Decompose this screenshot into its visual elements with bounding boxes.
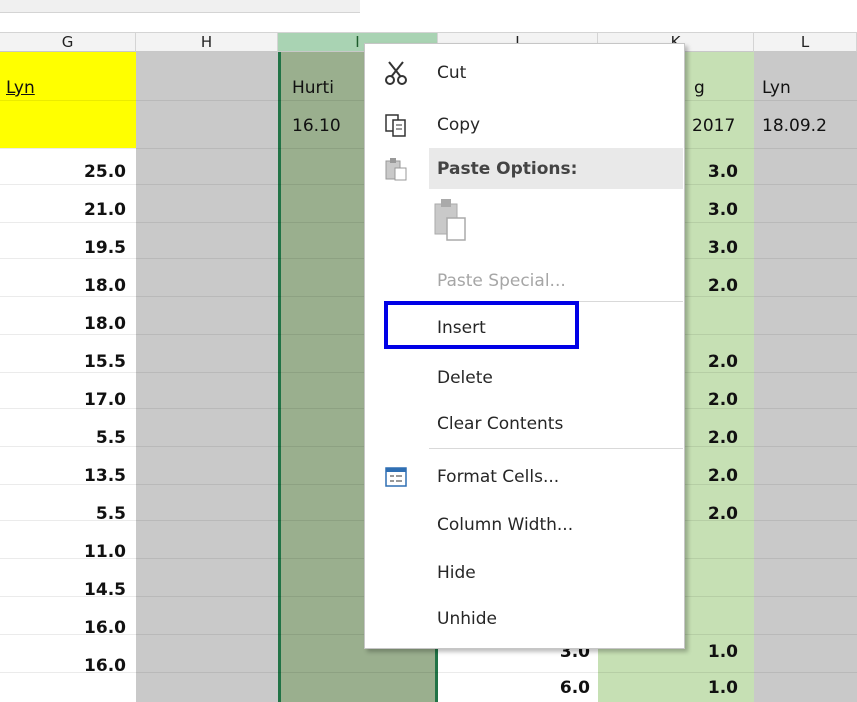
cell-j-value[interactable]: 6.0 — [500, 676, 596, 700]
cell-k-value[interactable]: 2.0 — [680, 464, 744, 488]
menu-item-column-width[interactable]: Column Width... — [365, 502, 684, 548]
cell-g-value[interactable]: 5.5 — [0, 502, 132, 526]
column-l-bg — [754, 52, 857, 702]
cell-g-value[interactable]: 18.0 — [0, 312, 132, 336]
menu-item-hide[interactable]: Hide — [365, 550, 684, 596]
cell-g-value[interactable]: 13.5 — [0, 464, 132, 488]
menu-separator — [429, 448, 683, 449]
menu-label: Hide — [437, 563, 476, 583]
column-header-g[interactable]: G — [0, 32, 136, 52]
column-header-h[interactable]: H — [136, 32, 278, 52]
column-h-bg — [136, 52, 278, 702]
cell-g-value[interactable]: 15.5 — [0, 350, 132, 374]
cell-k-value[interactable]: 2.0 — [680, 274, 744, 298]
cell-k-header[interactable]: g — [688, 76, 748, 100]
cell-k-value[interactable]: 2.0 — [680, 388, 744, 412]
menu-item-delete[interactable]: Delete — [365, 355, 684, 401]
paste-icon — [385, 158, 407, 181]
cell-g-value[interactable]: 19.5 — [0, 236, 132, 260]
menu-label: Cut — [437, 63, 467, 83]
cell-k-value[interactable]: 1.0 — [680, 676, 744, 700]
cell-k-value[interactable]: 3.0 — [680, 236, 744, 260]
cell-i-date[interactable]: 16.10 — [286, 114, 366, 138]
menu-label: Copy — [437, 115, 481, 135]
menu-item-paste-options: Paste Options: — [365, 146, 684, 192]
menu-item-format-cells[interactable]: Format Cells... — [365, 454, 684, 500]
cell-k-value[interactable]: 1.0 — [680, 640, 744, 664]
menu-item-clear-contents[interactable]: Clear Contents — [365, 401, 684, 447]
column-header-l[interactable]: L — [754, 32, 857, 52]
menu-label: Paste Special... — [437, 271, 566, 291]
cell-k-value[interactable]: 2.0 — [680, 426, 744, 450]
cell-k-value[interactable]: 3.0 — [680, 198, 744, 222]
cell-k-value[interactable]: 2.0 — [680, 502, 744, 526]
cell-l-date[interactable]: 18.09.2 — [756, 114, 857, 138]
cell-k-date[interactable]: 2017 — [686, 114, 756, 138]
insert-highlight-box — [384, 301, 579, 349]
cell-i-header[interactable]: Hurti — [286, 76, 366, 100]
menu-label: Delete — [437, 368, 493, 388]
cell-g-value[interactable]: 5.5 — [0, 426, 132, 450]
cell-k-value[interactable]: 3.0 — [680, 160, 744, 184]
cell-g-header[interactable]: Lyn — [0, 76, 136, 100]
cell-g-value[interactable]: 16.0 — [0, 616, 132, 640]
menu-item-unhide[interactable]: Unhide — [365, 596, 684, 642]
cell-g-value[interactable]: 18.0 — [0, 274, 132, 298]
copy-icon — [385, 114, 406, 137]
menu-label: Unhide — [437, 609, 497, 629]
cell-g-value[interactable]: 21.0 — [0, 198, 132, 222]
cell-g-value[interactable]: 17.0 — [0, 388, 132, 412]
menu-item-copy[interactable]: Copy — [365, 102, 684, 148]
menu-item-paste-special: Paste Special... — [365, 258, 684, 304]
paste-clipboard-icon — [434, 199, 466, 241]
cell-k-value[interactable]: 2.0 — [680, 350, 744, 374]
cell-l-header[interactable]: Lyn — [756, 76, 856, 100]
menu-label: Clear Contents — [437, 414, 564, 434]
cell-g-value[interactable]: 25.0 — [0, 160, 132, 184]
name-box-edge — [0, 0, 360, 13]
menu-label: Column Width... — [437, 515, 574, 535]
cell-g-value[interactable]: 11.0 — [0, 540, 132, 564]
paste-clipboard-button[interactable] — [431, 196, 475, 246]
menu-item-cut[interactable]: Cut — [365, 50, 684, 96]
scissors-icon — [385, 61, 407, 85]
cell-g-value[interactable]: 14.5 — [0, 578, 132, 602]
cell-g-value[interactable]: 16.0 — [0, 654, 132, 678]
menu-label: Paste Options: — [437, 159, 578, 179]
menu-label: Format Cells... — [437, 467, 560, 487]
column-g-bg — [0, 52, 136, 702]
format-cells-icon — [385, 467, 407, 487]
